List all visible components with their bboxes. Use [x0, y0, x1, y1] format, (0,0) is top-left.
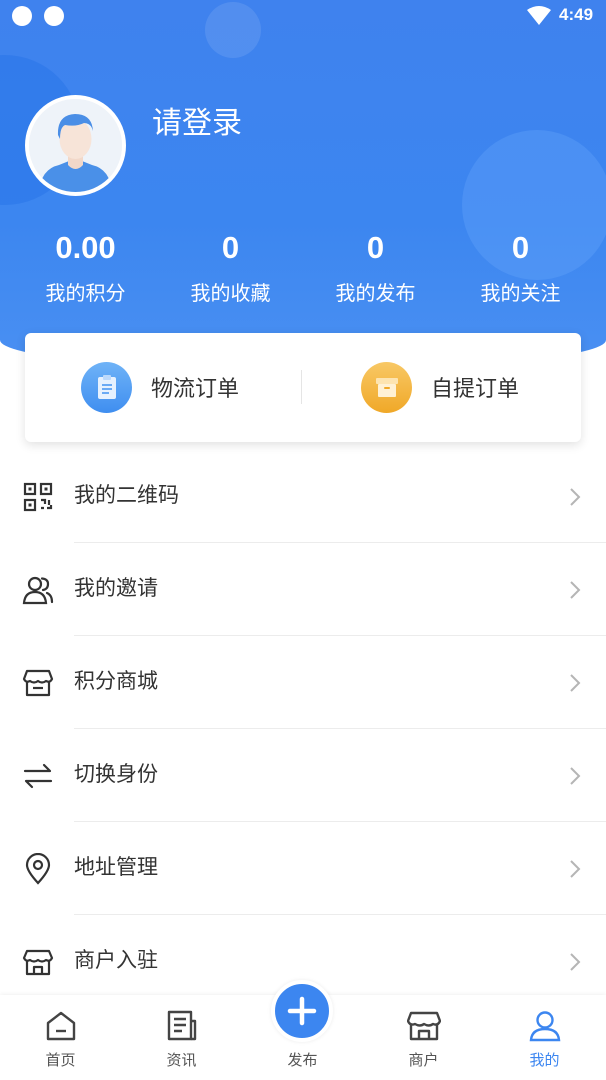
users-icon: [22, 576, 54, 605]
stat-points[interactable]: 0.00 我的积分: [13, 228, 158, 308]
nav-home[interactable]: 首页: [0, 995, 121, 1080]
stat-value: 0.00: [55, 230, 116, 265]
user-icon: [529, 1011, 561, 1042]
order-card: 物流订单 自提订单: [25, 333, 581, 442]
wifi-icon: [527, 6, 551, 25]
nav-label: 首页: [45, 1051, 76, 1069]
pickup-order-label: 自提订单: [431, 377, 520, 402]
login-prompt[interactable]: 请登录: [152, 98, 242, 142]
stat-value: 0: [366, 230, 385, 265]
news-icon: [167, 1010, 197, 1041]
publish-button[interactable]: [271, 980, 333, 1042]
chevron-right-icon: [570, 767, 581, 785]
nav-label: 我的: [529, 1051, 560, 1069]
user-avatar-icon: [29, 99, 122, 192]
stat-favorites[interactable]: 0 我的收藏: [158, 228, 303, 308]
avatar[interactable]: [25, 95, 126, 196]
qrcode-icon: [23, 482, 53, 512]
nav-label: 发布: [287, 1051, 318, 1069]
stat-label: 我的收藏: [190, 281, 271, 305]
stat-label: 我的积分: [45, 281, 126, 305]
location-pin-icon: [25, 853, 51, 885]
stats-row: 0.00 我的积分 0 我的收藏 0 我的发布 0 我的关注: [0, 228, 606, 318]
stat-label: 我的发布: [335, 281, 416, 305]
stat-label: 我的关注: [480, 281, 561, 305]
menu-label: 切换身份: [74, 762, 158, 786]
plus-icon: [287, 996, 317, 1026]
box-icon: [361, 361, 412, 413]
stat-value: 0: [511, 230, 530, 265]
status-time: 4:49: [559, 5, 594, 24]
notification-dot-icon: [44, 6, 64, 26]
home-icon: [46, 1011, 76, 1041]
menu-label: 我的二维码: [74, 483, 179, 507]
nav-mine[interactable]: 我的: [484, 995, 605, 1080]
shop-icon: [22, 949, 54, 976]
stat-following[interactable]: 0 我的关注: [448, 228, 593, 308]
divider: [301, 370, 302, 404]
nav-news[interactable]: 资讯: [121, 995, 242, 1080]
chevron-right-icon: [570, 674, 581, 692]
menu-label: 积分商城: [74, 669, 158, 693]
chevron-right-icon: [570, 860, 581, 878]
store-icon: [22, 669, 54, 697]
nav-label: 资讯: [166, 1051, 197, 1069]
pickup-order-button[interactable]: 自提订单: [361, 361, 519, 413]
menu-item-invite[interactable]: 我的邀请: [0, 543, 606, 636]
shop-icon: [407, 1011, 441, 1041]
chevron-right-icon: [570, 488, 581, 506]
menu-label: 商户入驻: [74, 948, 158, 972]
nav-label: 商户: [408, 1051, 439, 1069]
chevron-right-icon: [570, 581, 581, 599]
menu-item-points-mall[interactable]: 积分商城: [0, 636, 606, 729]
menu-item-qrcode[interactable]: 我的二维码: [0, 450, 606, 543]
menu-item-switch-identity[interactable]: 切换身份: [0, 729, 606, 822]
menu-item-address[interactable]: 地址管理: [0, 822, 606, 915]
avatar-image: [29, 99, 122, 192]
logistics-order-label: 物流订单: [151, 377, 240, 402]
clipboard-icon: [81, 361, 132, 413]
swap-icon: [23, 763, 53, 789]
menu-list: 我的二维码 我的邀请 积分商城 切换身份 地址管理 商户入驻: [0, 450, 606, 1008]
status-bar: 4:49: [0, 0, 606, 34]
stat-value: 0: [221, 230, 240, 265]
nav-merchant[interactable]: 商户: [363, 995, 484, 1080]
notification-dot-icon: [12, 6, 32, 26]
logistics-order-button[interactable]: 物流订单: [81, 361, 239, 413]
stat-posts[interactable]: 0 我的发布: [303, 228, 448, 308]
menu-label: 我的邀请: [74, 576, 158, 600]
menu-label: 地址管理: [74, 855, 158, 879]
chevron-right-icon: [570, 953, 581, 971]
